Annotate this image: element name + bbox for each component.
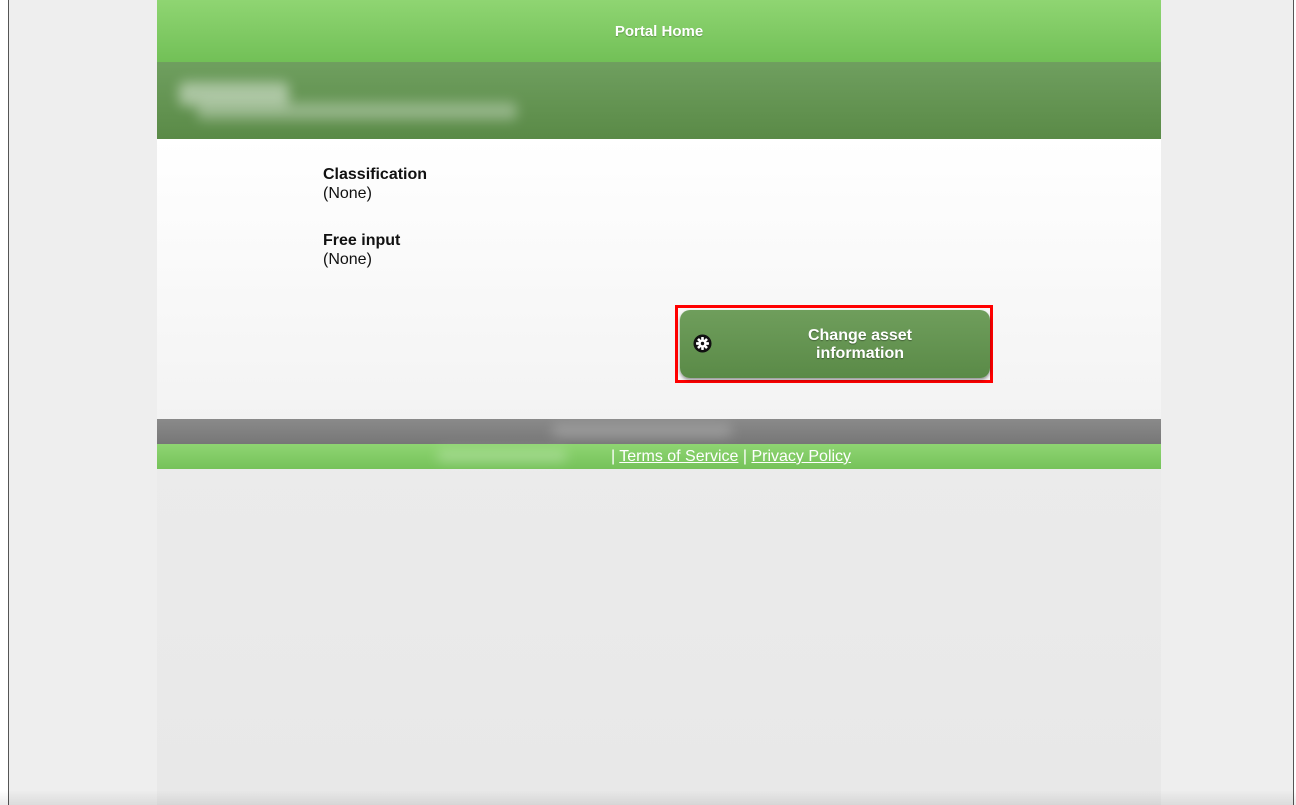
portal-page: Portal Home Classification (None) Free i… — [157, 0, 1161, 805]
change-asset-button-line1: Change asset — [807, 327, 913, 344]
portal-header: Portal Home — [157, 0, 1161, 62]
blurred-footer-text — [552, 425, 732, 437]
gear-icon — [693, 334, 712, 353]
window-bottom-shadow — [0, 790, 1296, 805]
footer-grey-bar — [157, 419, 1161, 444]
page-title: Portal Home — [614, 23, 704, 40]
free-input-field: Free input (None) — [323, 231, 400, 269]
browser-frame: Portal Home Classification (None) Free i… — [8, 0, 1294, 805]
privacy-policy-link[interactable]: Privacy Policy — [751, 448, 851, 465]
change-asset-button-label: Change asset information — [740, 327, 980, 363]
asset-details-panel: Classification (None) Free input (None) — [157, 139, 1161, 419]
classification-label: Classification — [323, 166, 428, 183]
terms-of-service-link[interactable]: Terms of Service — [619, 448, 738, 465]
classification-value: (None) — [323, 185, 372, 202]
classification-field: Classification (None) — [323, 165, 427, 203]
blurred-footer-company — [437, 450, 567, 462]
blurred-asset-detail — [197, 102, 517, 120]
change-asset-information-button[interactable]: Change asset information — [680, 310, 990, 378]
asset-name-banner — [157, 62, 1161, 139]
free-input-label: Free input — [323, 232, 401, 249]
footer-separator-1: | — [610, 448, 616, 465]
free-input-value: (None) — [323, 251, 372, 268]
change-asset-button-line2: information — [816, 345, 904, 362]
footer-separator-2: | — [742, 448, 748, 465]
footer-links-bar: | Terms of Service | Privacy Policy — [157, 444, 1161, 469]
